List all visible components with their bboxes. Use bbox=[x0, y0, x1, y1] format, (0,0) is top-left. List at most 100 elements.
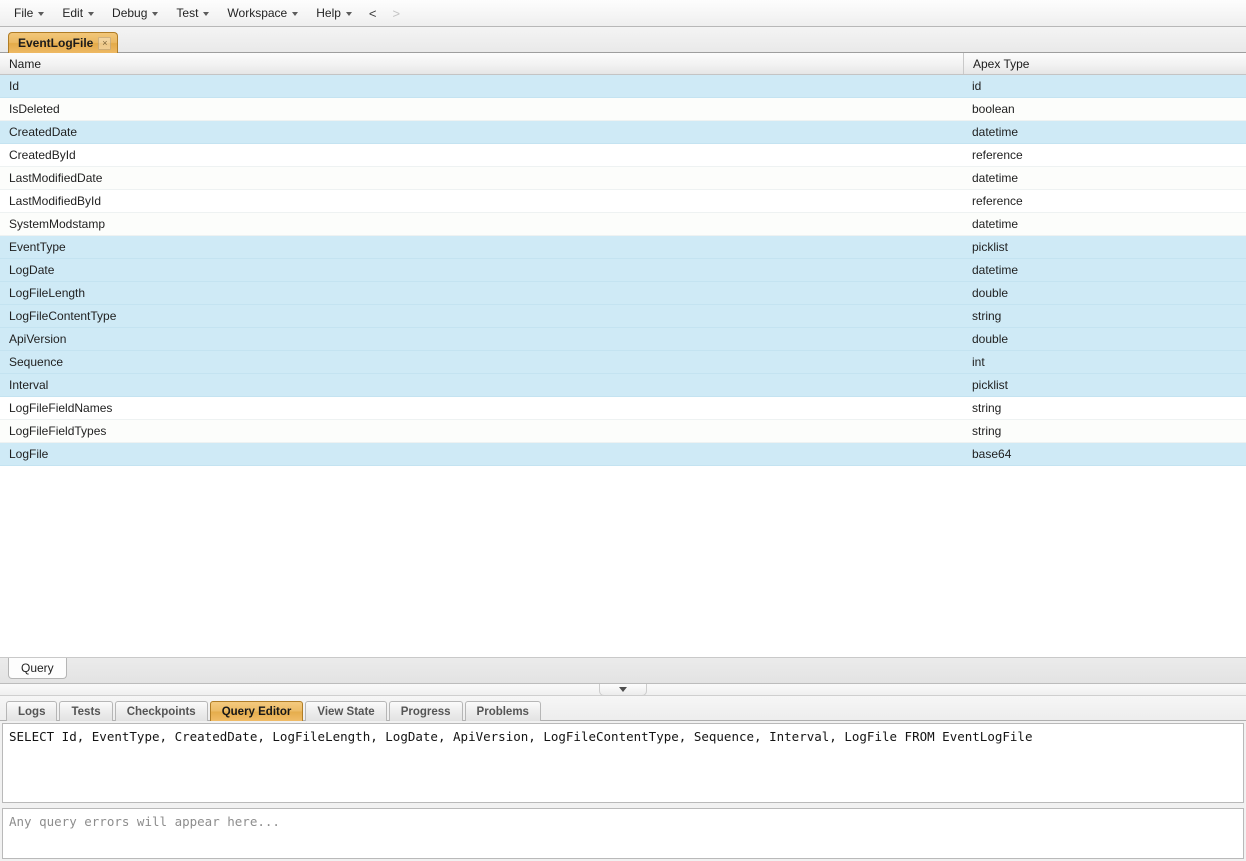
schema-table-panel: Name Apex Type Id id IsDeleted boolean Creat… bbox=[0, 53, 1246, 658]
panel-tab-checkpoints[interactable]: Checkpoints bbox=[114, 701, 208, 721]
table-row[interactable]: Sequence int bbox=[0, 351, 1246, 374]
bottom-panel-tab-bar: Logs Tests Checkpoints Query Editor View Sta… bbox=[0, 696, 1246, 721]
panel-tab-view-state[interactable]: View State bbox=[305, 701, 387, 721]
cell-field-name: IsDeleted bbox=[9, 102, 60, 116]
menu-item-help[interactable]: Help bbox=[307, 3, 361, 23]
schema-table-header: Name Apex Type bbox=[0, 53, 1246, 75]
cell-field-name: CreatedDate bbox=[9, 125, 78, 139]
cell-apex-type: string bbox=[972, 309, 1002, 323]
document-tab-eventlogfile[interactable]: EventLogFile × bbox=[8, 32, 119, 53]
panel-tab-query-editor[interactable]: Query Editor bbox=[209, 701, 304, 721]
table-row[interactable]: LogFileFieldNames string bbox=[0, 397, 1246, 420]
cell-apex-type: string bbox=[972, 424, 1002, 438]
table-row[interactable]: LogFileFieldTypes string bbox=[0, 420, 1246, 443]
table-row[interactable]: CreatedDate datetime bbox=[0, 121, 1246, 144]
panel-tab-label: Tests bbox=[71, 705, 101, 718]
panel-tab-label: Progress bbox=[400, 705, 451, 718]
table-row[interactable]: ApiVersion double bbox=[0, 328, 1246, 351]
chevron-down-icon bbox=[345, 12, 352, 16]
menu-item-workspace[interactable]: Workspace bbox=[218, 3, 307, 23]
panel-tab-label: Logs bbox=[18, 705, 46, 718]
query-sub-tab-bar: Query bbox=[0, 658, 1246, 684]
column-header-apex-type[interactable]: Apex Type bbox=[963, 53, 1246, 74]
cell-apex-type: datetime bbox=[972, 125, 1019, 139]
menu-item-file[interactable]: File bbox=[5, 3, 53, 23]
cell-apex-type: double bbox=[972, 332, 1009, 346]
menu-item-label: Help bbox=[316, 6, 341, 20]
nav-forward-button[interactable]: > bbox=[385, 4, 409, 23]
menu-item-label: File bbox=[14, 6, 34, 20]
query-error-container: Any query errors will appear here... bbox=[0, 805, 1246, 861]
table-row[interactable]: IsDeleted boolean bbox=[0, 98, 1246, 121]
panel-tab-problems[interactable]: Problems bbox=[464, 701, 541, 721]
menu-item-debug[interactable]: Debug bbox=[103, 3, 167, 23]
table-row[interactable]: LogFileLength double bbox=[0, 282, 1246, 305]
chevron-down-icon bbox=[292, 12, 299, 16]
column-header-name[interactable]: Name bbox=[0, 53, 963, 74]
table-row[interactable]: Id id bbox=[0, 75, 1246, 98]
panel-tab-label: View State bbox=[317, 705, 375, 718]
document-tab-label: EventLogFile bbox=[18, 36, 94, 50]
sub-tab-query[interactable]: Query bbox=[8, 658, 67, 679]
cell-apex-type: picklist bbox=[972, 240, 1009, 254]
cell-apex-type: reference bbox=[972, 148, 1023, 162]
panel-tab-logs[interactable]: Logs bbox=[6, 701, 58, 721]
panel-tab-label: Query Editor bbox=[221, 705, 292, 718]
table-row[interactable]: LastModifiedById reference bbox=[0, 190, 1246, 213]
table-row[interactable]: LogFileContentType string bbox=[0, 305, 1246, 328]
sub-tabs-container: Query bbox=[8, 658, 67, 679]
menu-items-container: File Edit Debug Test Workspace Help bbox=[5, 3, 361, 23]
cell-field-name: SystemModstamp bbox=[9, 217, 106, 231]
panel-tab-label: Checkpoints bbox=[126, 705, 196, 718]
menu-item-label: Debug bbox=[112, 6, 148, 20]
table-row[interactable]: LogFile base64 bbox=[0, 443, 1246, 466]
chevron-down-icon bbox=[152, 12, 159, 16]
cell-apex-type: id bbox=[972, 79, 982, 93]
cell-apex-type: boolean bbox=[972, 102, 1015, 116]
table-row[interactable]: LastModifiedDate datetime bbox=[0, 167, 1246, 190]
nav-back-button[interactable]: < bbox=[361, 4, 385, 23]
document-tabs-container: EventLogFile × bbox=[8, 31, 119, 53]
table-row[interactable]: SystemModstamp datetime bbox=[0, 213, 1246, 236]
chevron-down-icon bbox=[619, 687, 627, 692]
close-icon[interactable]: × bbox=[98, 36, 112, 50]
panel-tabs-container: Logs Tests Checkpoints Query Editor View Sta… bbox=[6, 700, 541, 721]
cell-field-name: LastModifiedById bbox=[9, 194, 102, 208]
cell-field-name: LogFileFieldNames bbox=[9, 401, 113, 415]
table-row[interactable]: LogDate datetime bbox=[0, 259, 1246, 282]
cell-field-name: LogFile bbox=[9, 447, 49, 461]
panel-tab-label: Problems bbox=[476, 705, 529, 718]
chevron-down-icon bbox=[203, 12, 210, 16]
cell-apex-type: reference bbox=[972, 194, 1023, 208]
panel-splitter[interactable] bbox=[0, 684, 1246, 696]
panel-tab-tests[interactable]: Tests bbox=[59, 701, 113, 721]
cell-field-name: Id bbox=[9, 79, 20, 93]
chevron-down-icon bbox=[38, 12, 45, 16]
cell-field-name: Sequence bbox=[9, 355, 64, 369]
cell-apex-type: datetime bbox=[972, 263, 1019, 277]
table-row[interactable]: EventType picklist bbox=[0, 236, 1246, 259]
table-row[interactable]: Interval picklist bbox=[0, 374, 1246, 397]
cell-field-name: LastModifiedDate bbox=[9, 171, 103, 185]
cell-field-name: LogFileFieldTypes bbox=[9, 424, 107, 438]
panel-tab-progress[interactable]: Progress bbox=[388, 701, 463, 721]
menu-item-label: Test bbox=[176, 6, 199, 20]
menu-item-test[interactable]: Test bbox=[167, 3, 218, 23]
query-editor-input[interactable]: SELECT Id, EventType, CreatedDate, LogFi… bbox=[2, 723, 1244, 803]
sub-tab-label: Query bbox=[21, 661, 54, 675]
cell-apex-type: double bbox=[972, 286, 1009, 300]
cell-apex-type: picklist bbox=[972, 378, 1009, 392]
cell-apex-type: datetime bbox=[972, 217, 1019, 231]
menu-item-label: Edit bbox=[62, 6, 84, 20]
menu-item-label: Workspace bbox=[227, 6, 288, 20]
query-error-output: Any query errors will appear here... bbox=[2, 808, 1244, 859]
cell-field-name: LogDate bbox=[9, 263, 55, 277]
table-row[interactable]: CreatedById reference bbox=[0, 144, 1246, 167]
splitter-collapse-handle[interactable] bbox=[599, 684, 647, 696]
cell-apex-type: int bbox=[972, 355, 985, 369]
menu-item-edit[interactable]: Edit bbox=[53, 3, 103, 23]
query-editor-container: SELECT Id, EventType, CreatedDate, LogFi… bbox=[0, 721, 1246, 805]
document-tab-strip: EventLogFile × bbox=[0, 27, 1246, 53]
cell-field-name: ApiVersion bbox=[9, 332, 67, 346]
cell-field-name: EventType bbox=[9, 240, 66, 254]
